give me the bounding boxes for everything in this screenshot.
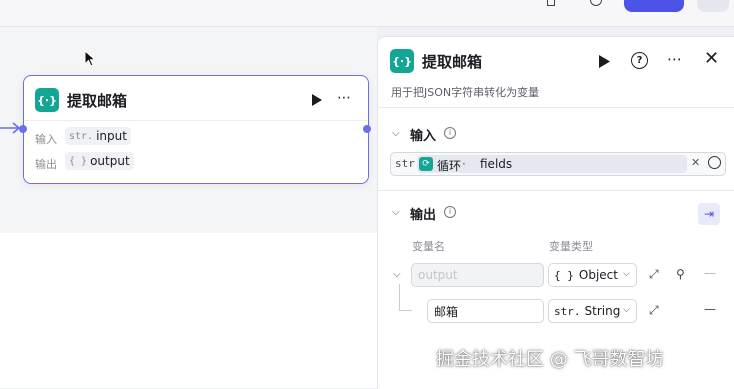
output-import-icon[interactable]: ⇥	[698, 203, 720, 225]
type-value: Object	[578, 268, 618, 282]
toolbar-icon[interactable]	[545, 0, 555, 14]
chevron-down-icon[interactable]: ⌵	[393, 269, 401, 280]
divider	[378, 107, 734, 108]
node-divider	[24, 120, 368, 121]
watermark: 掘金技术社区 @ 飞哥数智坊	[436, 349, 664, 370]
node-output-label: 输出	[35, 158, 57, 171]
panel-description: 用于把JSON字符串转化为变量	[391, 86, 540, 99]
run-play-icon[interactable]	[599, 55, 610, 68]
node-config-panel: {⋅} 提取邮箱 ? ⋯ ✕ 用于把JSON字符串转化为变量 ⌵ 输入 i st…	[377, 36, 734, 389]
remove-icon[interactable]: —	[704, 266, 716, 280]
node-output-name: output	[90, 154, 130, 168]
ref-separator: ·	[462, 157, 466, 171]
more-icon[interactable]: ⋯	[667, 50, 682, 68]
node-output-port[interactable]	[363, 125, 371, 133]
output-name-field[interactable]: 邮箱	[427, 299, 544, 323]
panel-title: 提取邮箱	[422, 53, 483, 71]
type-prefix: str.	[69, 130, 94, 142]
type-prefix: { }	[69, 155, 88, 167]
loop-icon: ⟳	[419, 157, 433, 171]
workflow-node-extract-email[interactable]: {⋅} 提取邮箱 ⋯ 输入 str. input 输出 { } output	[23, 75, 369, 184]
help-icon[interactable]	[590, 0, 602, 14]
chevron-down-icon: ⌵	[623, 305, 630, 315]
type-prefix: { }	[554, 268, 574, 282]
output-name-placeholder: output	[418, 268, 458, 282]
node-output-chip: { } output	[65, 152, 134, 170]
node-more-icon[interactable]: ⋯	[337, 90, 352, 106]
input-section-title: 输入	[410, 129, 437, 144]
chevron-down-icon[interactable]: ⌵	[392, 128, 400, 139]
type-prefix: str.	[554, 304, 581, 318]
mouse-cursor-icon	[84, 50, 96, 67]
node-input-label: 输入	[35, 133, 57, 146]
input-variable-field[interactable]: str. ⟳ 循环 · fields ✕	[390, 152, 726, 176]
info-icon[interactable]: i	[444, 127, 456, 139]
output-type-select[interactable]: { } Object ⌵	[548, 263, 637, 287]
clear-icon[interactable]: ✕	[691, 156, 700, 169]
output-name-field[interactable]: output	[411, 263, 544, 287]
output-name-value: 邮箱	[434, 304, 459, 319]
column-header-name: 变量名	[412, 240, 445, 253]
column-header-type: 变量类型	[549, 240, 593, 253]
divider	[378, 190, 734, 191]
top-toolbar	[0, 0, 734, 27]
variable-picker-icon[interactable]	[708, 156, 721, 169]
output-type-select[interactable]: str. String ⌵	[548, 299, 637, 323]
expand-icon[interactable]: ⤢	[649, 267, 659, 282]
run-node-play-icon[interactable]	[312, 94, 322, 106]
node-title: 提取邮箱	[67, 92, 128, 110]
chevron-down-icon: ⌵	[623, 269, 630, 279]
tree-connector	[399, 284, 412, 311]
node-input-port[interactable]	[19, 125, 27, 133]
more-button[interactable]	[697, 0, 729, 12]
close-icon[interactable]: ✕	[704, 48, 719, 69]
node-input-chip: str. input	[65, 127, 131, 145]
braces-icon: {⋅}	[35, 88, 59, 112]
ref-source: 循环	[437, 159, 462, 173]
type-value: String	[584, 304, 621, 318]
canvas-footer-area	[0, 233, 377, 388]
remove-icon[interactable]: —	[704, 302, 716, 316]
info-icon[interactable]: i	[444, 206, 456, 218]
add-child-icon[interactable]: ⚲	[676, 267, 685, 281]
braces-icon: {⋅}	[390, 49, 414, 73]
variable-reference-chip[interactable]: ⟳ 循环 · fields	[417, 155, 687, 173]
publish-button[interactable]	[624, 0, 684, 12]
output-section-title: 输出	[410, 208, 437, 223]
chevron-down-icon[interactable]: ⌵	[392, 207, 400, 218]
ref-field: fields	[480, 157, 513, 171]
help-icon[interactable]: ?	[631, 52, 648, 69]
node-input-name: input	[96, 129, 127, 143]
expand-icon[interactable]: ⤢	[649, 303, 659, 318]
